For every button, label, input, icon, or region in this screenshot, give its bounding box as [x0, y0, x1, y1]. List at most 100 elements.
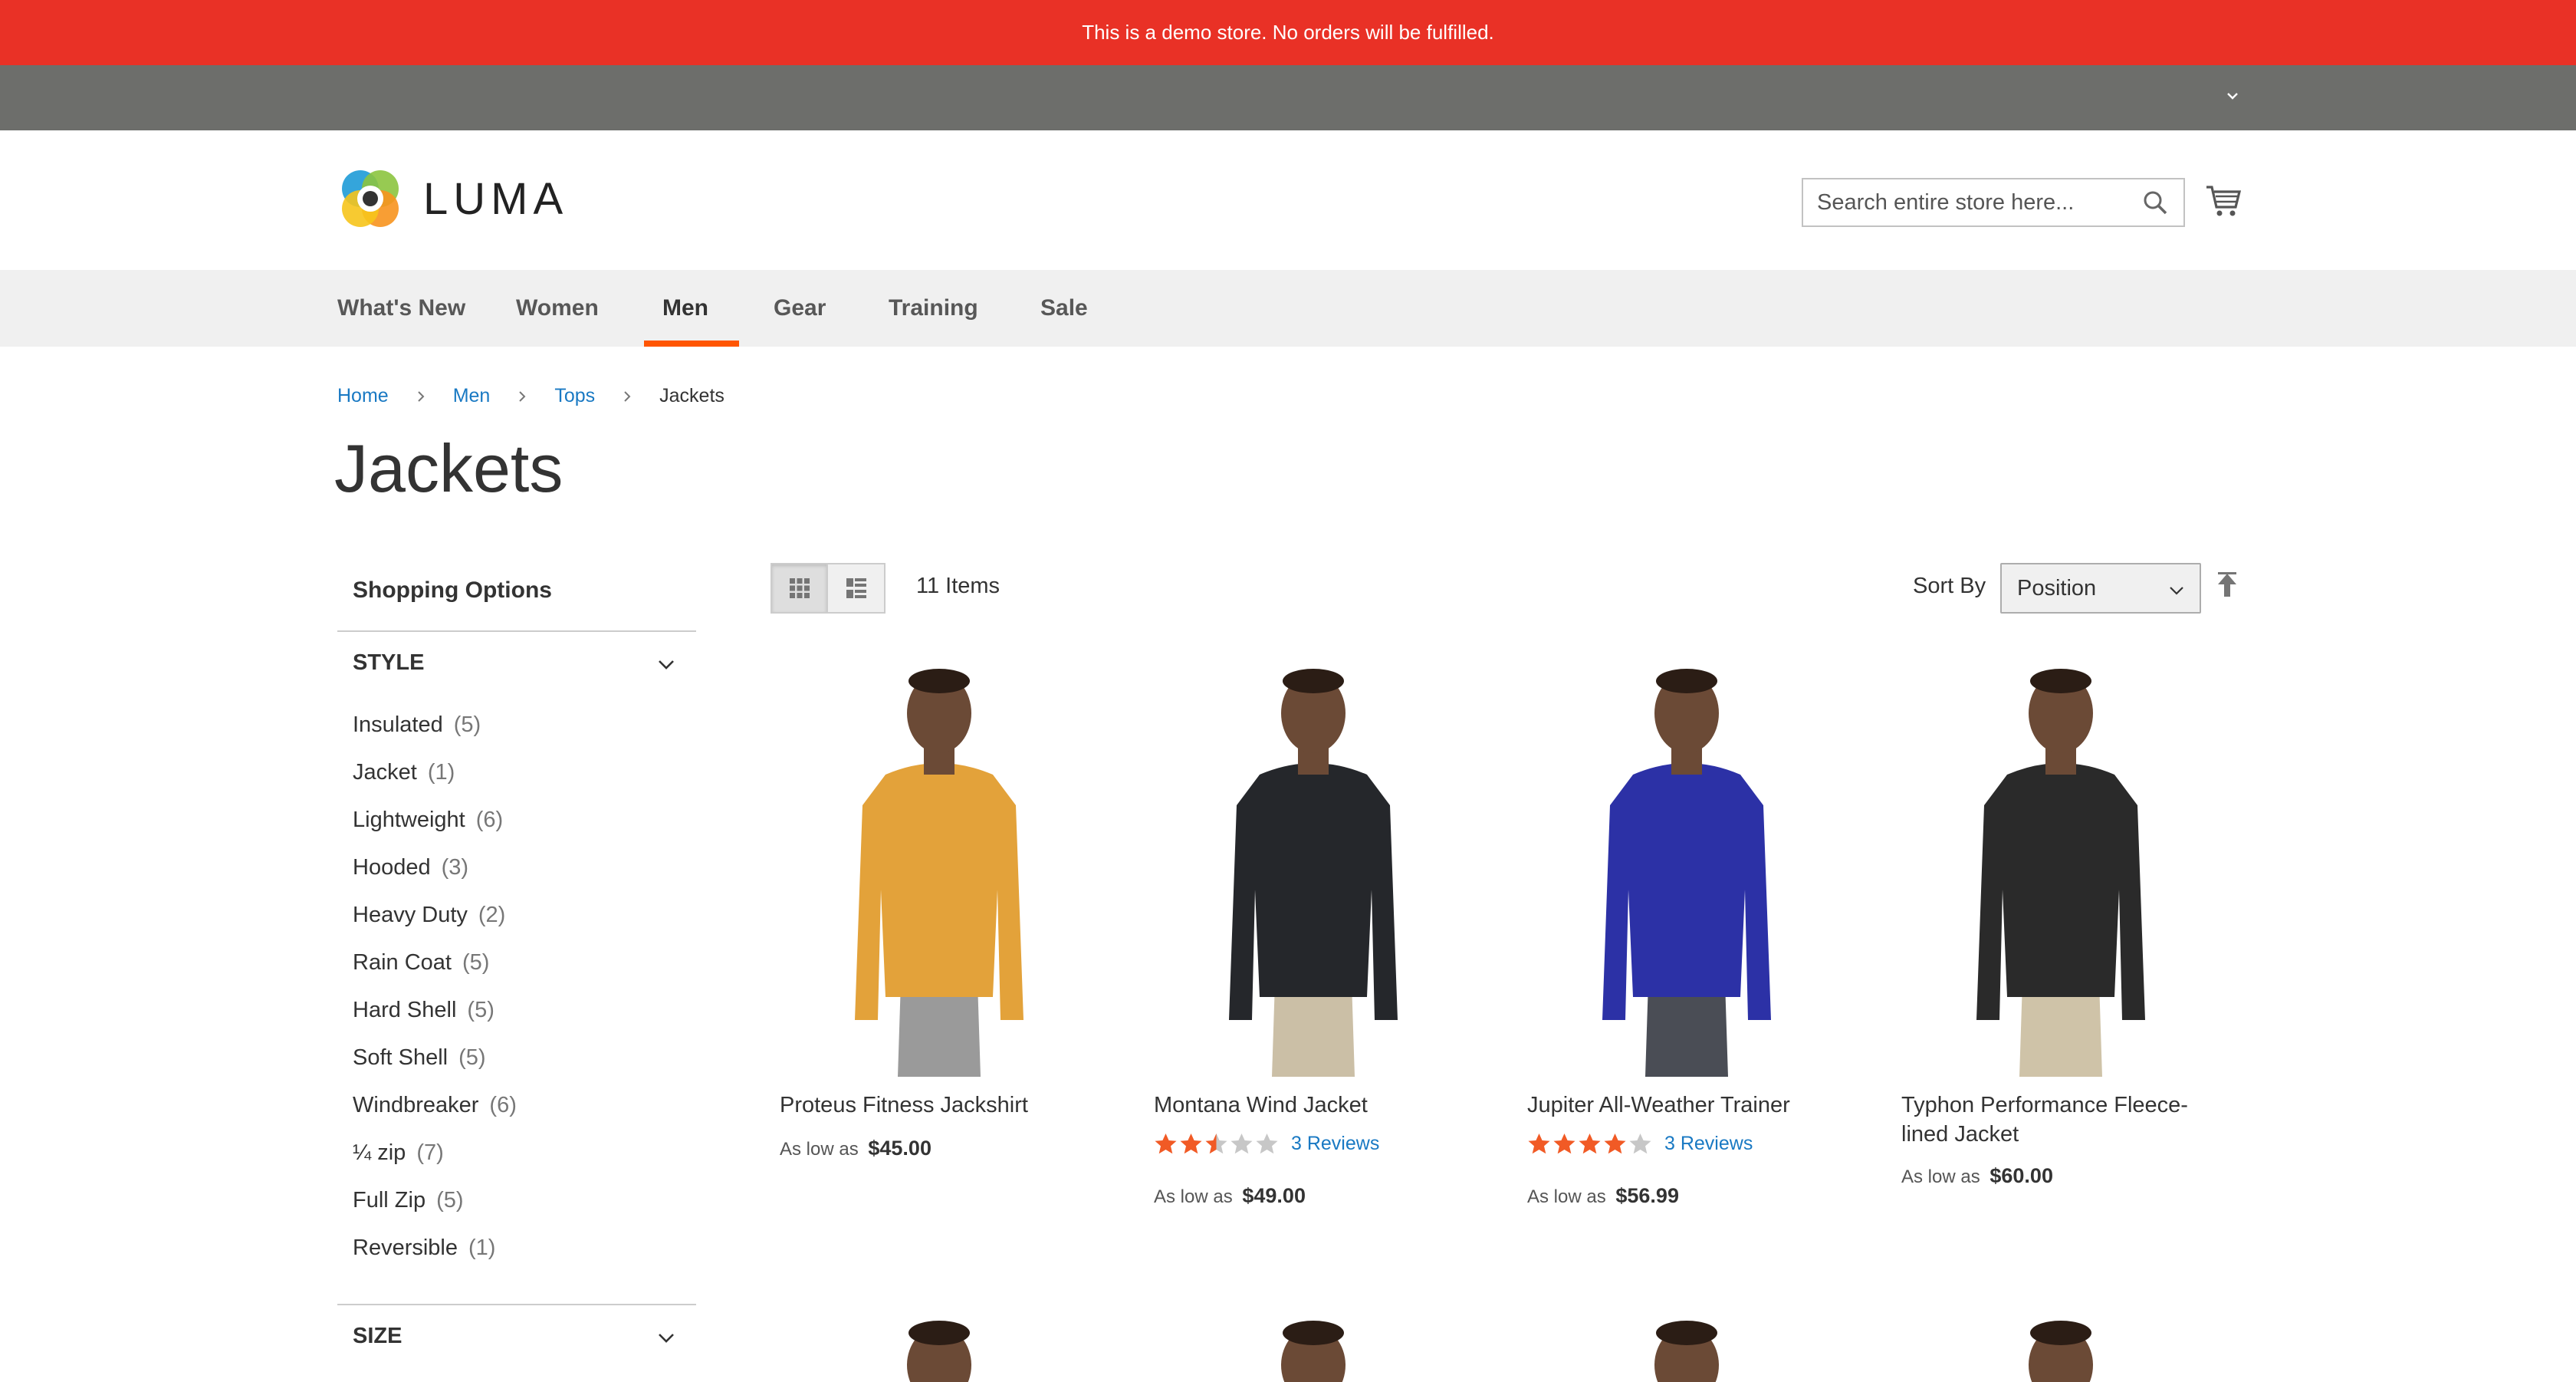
product-image-partial[interactable] [1892, 1304, 2229, 1382]
chevron-down-icon [659, 660, 674, 670]
demo-notice-text: This is a demo store. No orders will be … [1082, 21, 1494, 44]
star-empty-icon [1629, 1134, 1651, 1154]
toolbar-item-count: 11 Items [916, 574, 1001, 598]
product-rating: 3 Reviews [1154, 1132, 1379, 1156]
chevron-down-icon [2170, 587, 2183, 595]
cart-icon[interactable] [2205, 183, 2242, 218]
product-card: Jupiter All-Weather Trainer 3 Reviews As l… [1518, 660, 1855, 1207]
breadcrumb-tops[interactable]: Tops [554, 385, 595, 407]
star-filled-icon [1155, 1134, 1177, 1154]
product-image[interactable] [1518, 660, 1855, 1077]
grid-icon [789, 578, 810, 598]
filter-option-label: Soft Shell [353, 1045, 449, 1070]
star-filled-icon [1528, 1134, 1550, 1154]
store-logo[interactable]: LUMA [336, 164, 568, 233]
product-image-partial[interactable] [1145, 1304, 1482, 1382]
filter-option-label: Insulated [353, 712, 443, 737]
search-icon[interactable] [2142, 189, 2168, 216]
product-image-partial[interactable] [1518, 1304, 1855, 1382]
price-prefix: As low as [1527, 1186, 1606, 1207]
product-name-link[interactable]: Jupiter All-Weather Trainer [1527, 1091, 1857, 1120]
filter-option-count: (6) [475, 807, 504, 832]
product-photo[interactable] [770, 660, 1108, 1077]
filter-option[interactable]: Lightweight (6) [353, 796, 696, 844]
search-input[interactable] [1803, 179, 2125, 225]
filter-option[interactable]: Hooded (3) [353, 844, 696, 891]
filter-option[interactable]: Jacket (1) [353, 749, 696, 796]
product-card: Typhon Performance Fleece-lined Jacket As… [1892, 660, 2229, 1187]
nav-item-women[interactable]: Women [516, 270, 599, 347]
breadcrumb-home[interactable]: Home [337, 385, 389, 407]
filter-option[interactable]: Full Zip (5) [353, 1176, 696, 1224]
nav-item-men[interactable]: Men [662, 270, 708, 347]
breadcrumb-men[interactable]: Men [453, 385, 491, 407]
product-reviews-link[interactable]: 3 Reviews [1291, 1133, 1379, 1155]
product-image-partial[interactable] [770, 1304, 1108, 1382]
list-icon [846, 578, 866, 598]
chevron-down-icon[interactable] [2222, 85, 2243, 107]
star-half-icon [1205, 1134, 1227, 1154]
filter-option-count: (6) [489, 1092, 517, 1117]
logo-wordmark: LUMA [423, 173, 569, 224]
product-name-link[interactable]: Typhon Performance Fleece-lined Jacket [1901, 1091, 2231, 1149]
sort-direction-arrow-icon[interactable] [2216, 572, 2239, 598]
filter-option[interactable]: Hard Shell (5) [353, 986, 696, 1034]
breadcrumb-current: Jackets [659, 385, 724, 406]
price-value: $49.00 [1242, 1184, 1306, 1207]
main-navigation: What's New Women Men Gear Training Sale [0, 270, 2576, 347]
chevron-down-icon [659, 1334, 674, 1343]
filter-option[interactable]: Heavy Duty (2) [353, 891, 696, 939]
sort-by-value: Position [2017, 575, 2097, 601]
filter-option[interactable]: Windbreaker (6) [353, 1081, 696, 1129]
star-empty-icon [1256, 1134, 1278, 1154]
filter-option-label: ¼ zip [353, 1140, 406, 1165]
star-filled-icon [1180, 1134, 1202, 1154]
product-photo[interactable] [1145, 660, 1482, 1077]
filter-option-count: (1) [468, 1235, 496, 1260]
product-photo[interactable] [1892, 660, 2229, 1077]
top-panel [0, 65, 2576, 130]
shopping-options-title: Shopping Options [353, 577, 552, 603]
grid-view-button[interactable] [770, 563, 828, 614]
chevron-right-icon [624, 390, 631, 402]
search-box[interactable] [1802, 178, 2185, 227]
filter-option-label: Full Zip [353, 1187, 426, 1213]
chevron-right-icon [519, 390, 526, 402]
filter-style-toggle[interactable]: STYLE [337, 630, 696, 693]
filter-option-count: (2) [478, 902, 506, 927]
nav-item-sale[interactable]: Sale [1040, 270, 1088, 347]
product-photo [1654, 1321, 1719, 1382]
products-toolbar: 11 Items Sort By Position [770, 563, 2236, 617]
star-filled-icon [1553, 1134, 1576, 1154]
filter-option-label: Reversible [353, 1235, 458, 1260]
filter-option-label: Windbreaker [353, 1092, 479, 1117]
filter-option[interactable]: Soft Shell (5) [353, 1034, 696, 1081]
sort-by-select[interactable]: Position [2000, 563, 2201, 614]
list-view-button[interactable] [828, 563, 886, 614]
filter-option-label: Rain Coat [353, 949, 452, 975]
product-image[interactable] [1892, 660, 2229, 1077]
product-name-link[interactable]: Montana Wind Jacket [1154, 1091, 1484, 1120]
product-photo [1281, 1321, 1346, 1382]
nav-item-whats-new[interactable]: What's New [337, 270, 465, 347]
filter-style-label: STYLE [353, 650, 425, 675]
product-image[interactable] [770, 660, 1108, 1077]
filter-style-options: Insulated (5) Jacket (1) Lightweight (6) Hoode… [337, 693, 696, 1304]
filter-option[interactable]: Rain Coat (5) [353, 939, 696, 986]
filter-option-count: (5) [462, 949, 490, 975]
filter-option[interactable]: Reversible (1) [353, 1224, 696, 1272]
filter-option[interactable]: ¼ zip (7) [353, 1129, 696, 1176]
filter-option-count: (5) [453, 712, 481, 737]
price-value: $56.99 [1615, 1184, 1679, 1207]
product-photo[interactable] [1518, 660, 1855, 1077]
nav-item-gear[interactable]: Gear [774, 270, 826, 347]
filter-option-label: Hard Shell [353, 997, 457, 1022]
product-photo [907, 1321, 971, 1382]
filter-option[interactable]: Insulated (5) [353, 701, 696, 749]
product-reviews-link[interactable]: 3 Reviews [1664, 1133, 1753, 1155]
product-grid-next-row [770, 1304, 2235, 1382]
nav-item-training[interactable]: Training [889, 270, 978, 347]
filter-size-toggle[interactable]: SIZE [337, 1304, 696, 1367]
product-name-link[interactable]: Proteus Fitness Jackshirt [780, 1091, 1109, 1120]
product-image[interactable] [1145, 660, 1482, 1077]
